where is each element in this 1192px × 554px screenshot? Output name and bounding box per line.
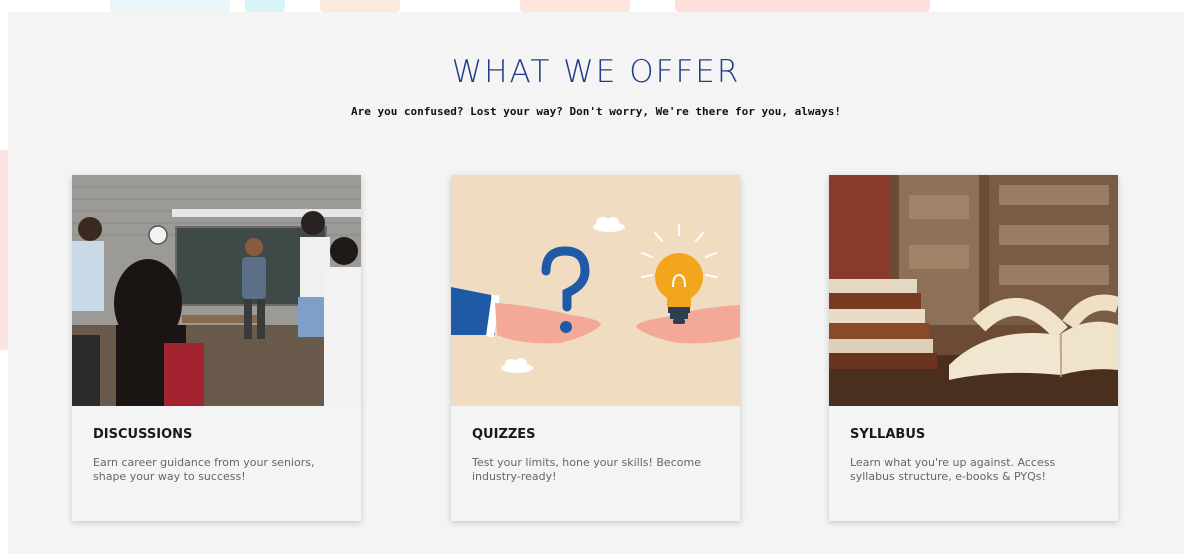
classroom-discussion-photo — [72, 175, 361, 406]
card-quizzes[interactable]: QUIZZES Test your limits, hone your skil… — [451, 175, 740, 521]
card-description: Test your limits, hone your skills! Beco… — [472, 456, 701, 483]
decor-blob — [245, 0, 285, 12]
card-description: Learn what you're up against. Access syl… — [850, 456, 1056, 483]
section-title: WHAT WE OFFER — [451, 54, 741, 90]
top-decoration-strip — [0, 0, 1192, 12]
decor-blob — [320, 0, 400, 12]
offer-section: WHAT WE OFFER Are you confused? Lost you… — [8, 12, 1184, 554]
card-syllabus[interactable]: SYLLABUS Learn what you're up against. A… — [829, 175, 1118, 521]
question-lightbulb-illustration — [451, 175, 740, 406]
card-discussions[interactable]: DISCUSSIONS Earn career guidance from yo… — [72, 175, 361, 521]
library-books-photo — [829, 175, 1118, 406]
side-decoration — [0, 150, 8, 350]
page: WHAT WE OFFER Are you confused? Lost you… — [0, 0, 1192, 554]
decor-blob — [520, 0, 630, 12]
decor-blob — [675, 0, 930, 12]
card-description: Earn career guidance from your seniors, … — [93, 456, 315, 483]
card-title: QUIZZES — [472, 427, 536, 442]
decor-blob — [110, 0, 230, 12]
card-title: SYLLABUS — [850, 427, 926, 442]
section-subtitle: Are you confused? Lost your way? Don't w… — [350, 105, 842, 118]
card-title: DISCUSSIONS — [93, 427, 193, 442]
